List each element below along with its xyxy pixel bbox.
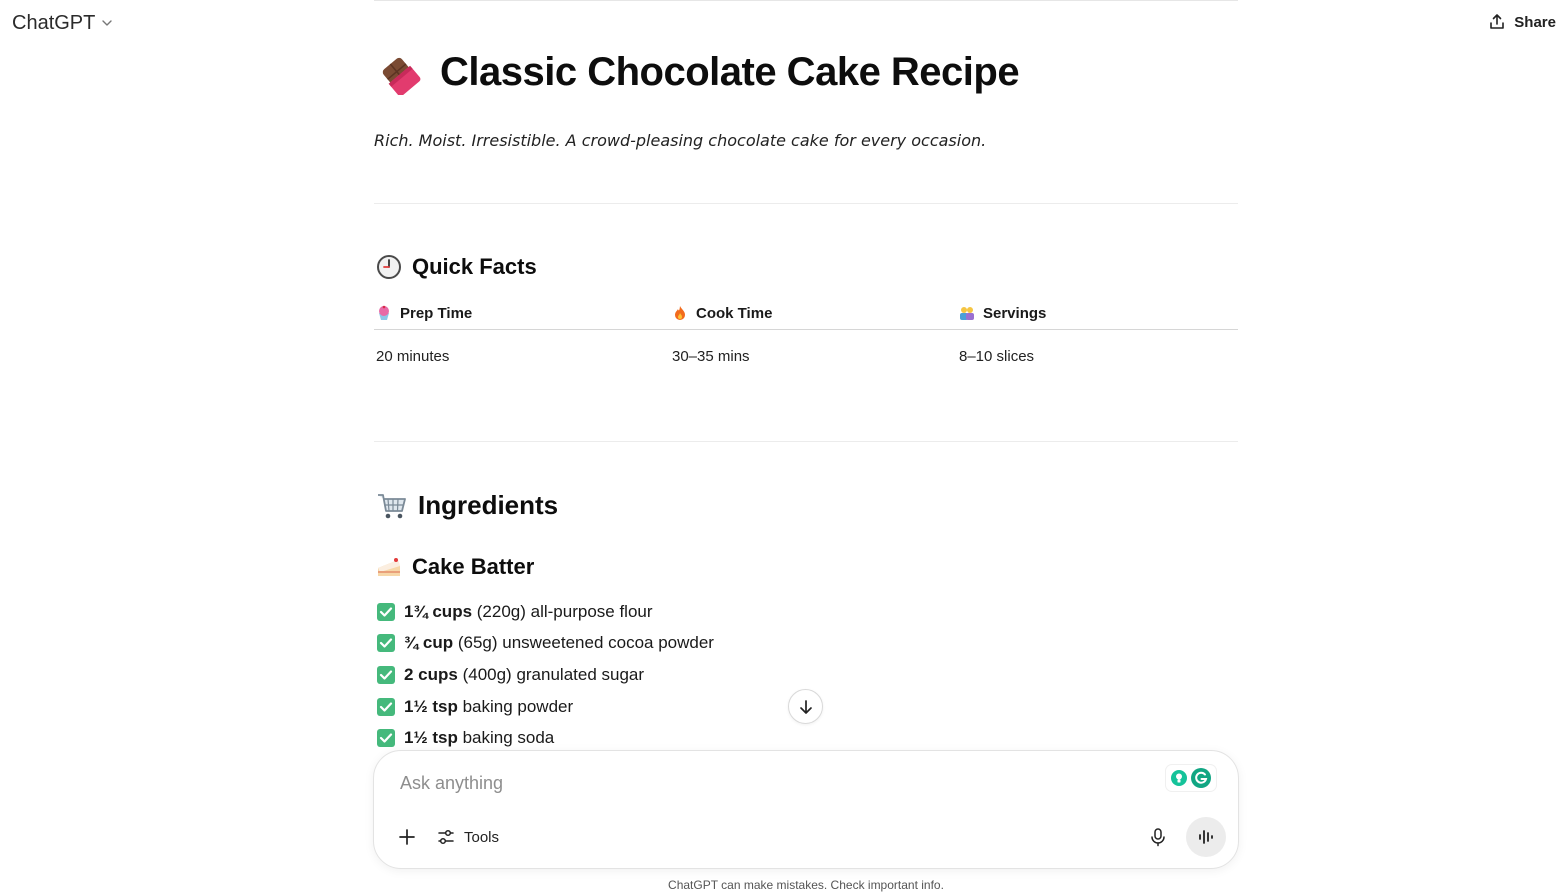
- lightbulb-icon: [1171, 770, 1187, 786]
- grammarly-icon: [1191, 768, 1211, 788]
- top-divider: [374, 0, 1238, 1]
- check-mark-icon: [377, 697, 395, 716]
- prep-time-label: Prep Time: [400, 304, 473, 322]
- model-selector[interactable]: ChatGPT: [12, 10, 113, 36]
- ingredient-desc: (220g) all-purpose flour: [472, 601, 653, 621]
- tools-label: Tools: [464, 828, 500, 846]
- cake-batter-title: Cake Batter: [412, 554, 535, 579]
- ingredients-heading: Ingredients: [376, 489, 558, 521]
- ingredient-text: 2 cups (400g) granulated sugar: [404, 665, 644, 685]
- section-divider: [374, 203, 1238, 204]
- table-header-cell: Cook Time: [672, 296, 772, 330]
- cook-time-label: Cook Time: [696, 304, 773, 322]
- ingredients-title: Ingredients: [418, 489, 559, 520]
- list-item: ¾ cup (65g) unsweetened cocoa powder: [376, 628, 714, 660]
- cook-time-value: 30–35 mins: [672, 347, 750, 365]
- quick-facts-table: Prep Time Cook Time Servings 20 minutes …: [374, 296, 1238, 382]
- table-header-cell: Servings: [959, 296, 1046, 330]
- dictate-button[interactable]: [1144, 823, 1172, 851]
- ingredient-text: 1½ tsp baking soda: [404, 728, 554, 748]
- ingredient-text: 1¾ cups (220g) all-purpose flour: [404, 602, 653, 622]
- list-item: 1½ tsp baking powder: [376, 691, 714, 723]
- add-attachment-button[interactable]: [394, 824, 420, 850]
- clock-emoji-icon: [377, 255, 401, 279]
- arrow-down-icon: [799, 699, 812, 714]
- check-mark-icon: [377, 665, 395, 684]
- quick-facts-title: Quick Facts: [412, 254, 537, 279]
- disclaimer-text: ChatGPT can make mistakes. Check importa…: [668, 878, 944, 892]
- servings-label: Servings: [983, 304, 1047, 322]
- sliders-icon: [438, 829, 454, 845]
- check-mark-icon: [377, 729, 395, 748]
- quick-facts-heading: Quick Facts: [376, 254, 537, 280]
- ingredient-qty: 2 cups: [404, 664, 458, 684]
- ingredient-desc: baking soda: [457, 728, 555, 748]
- conversation-content: Classic Chocolate Cake Recipe Rich. Mois…: [374, 0, 1238, 760]
- servings-value: 8–10 slices: [959, 347, 1035, 365]
- check-mark-icon: [377, 602, 395, 621]
- cupcake-emoji-icon: [379, 305, 389, 320]
- ingredient-text: 1½ tsp baking powder: [404, 697, 573, 717]
- chocolate-bar-emoji-icon: [382, 57, 421, 95]
- ingredient-qty: ¾ cup: [404, 633, 454, 653]
- ingredient-qty: 1½ tsp: [404, 728, 458, 748]
- section-divider: [374, 441, 1238, 442]
- share-icon: [1490, 14, 1505, 29]
- recipe-title: Classic Chocolate Cake Recipe: [440, 49, 1020, 94]
- list-item: 2 cups (400g) granulated sugar: [376, 659, 714, 691]
- ingredient-desc: baking powder: [457, 696, 574, 716]
- table-header-cell: Prep Time: [376, 296, 472, 330]
- ingredient-desc: (400g) granulated sugar: [457, 664, 645, 684]
- microphone-icon: [1151, 828, 1165, 847]
- ingredient-desc: (65g) unsweetened cocoa powder: [453, 633, 714, 653]
- ingredient-text: ¾ cup (65g) unsweetened cocoa powder: [404, 633, 714, 653]
- ingredient-list: 1¾ cups (220g) all-purpose flour ¾ cup (…: [376, 596, 714, 754]
- model-label: ChatGPT: [12, 11, 96, 34]
- waveform-icon: [1199, 830, 1213, 844]
- ingredient-qty: 1¾ cups: [404, 601, 473, 621]
- prompt-input[interactable]: [398, 771, 1158, 795]
- scroll-to-bottom-button[interactable]: [788, 689, 823, 724]
- list-item: 1¾ cups (220g) all-purpose flour: [376, 596, 714, 628]
- page-title: Classic Chocolate Cake Recipe: [378, 44, 1020, 100]
- people-emoji-icon: [960, 307, 974, 320]
- plus-icon: [399, 829, 415, 845]
- prep-time-value: 20 minutes: [376, 347, 450, 365]
- share-button[interactable]: Share: [1488, 10, 1556, 34]
- tools-button[interactable]: Tools: [436, 824, 499, 850]
- share-label: Share: [1514, 13, 1556, 31]
- cake-batter-heading: Cake Batter: [376, 554, 534, 580]
- ingredient-qty: 1½ tsp: [404, 696, 458, 716]
- table-header-row: Prep Time Cook Time Servings: [374, 296, 1238, 330]
- cake-slice-emoji-icon: [378, 558, 400, 576]
- fire-emoji-icon: [675, 306, 685, 320]
- shopping-cart-emoji-icon: [378, 494, 406, 519]
- grammarly-widget[interactable]: [1166, 765, 1216, 791]
- recipe-tagline: Rich. Moist. Irresistible. A crowd-pleas…: [374, 131, 987, 150]
- voice-mode-button[interactable]: [1186, 817, 1226, 857]
- table-row: 20 minutes 30–35 mins 8–10 slices: [374, 330, 1238, 382]
- message-composer: Tools: [373, 750, 1239, 869]
- chevron-down-icon: [102, 20, 113, 26]
- check-mark-icon: [377, 634, 395, 653]
